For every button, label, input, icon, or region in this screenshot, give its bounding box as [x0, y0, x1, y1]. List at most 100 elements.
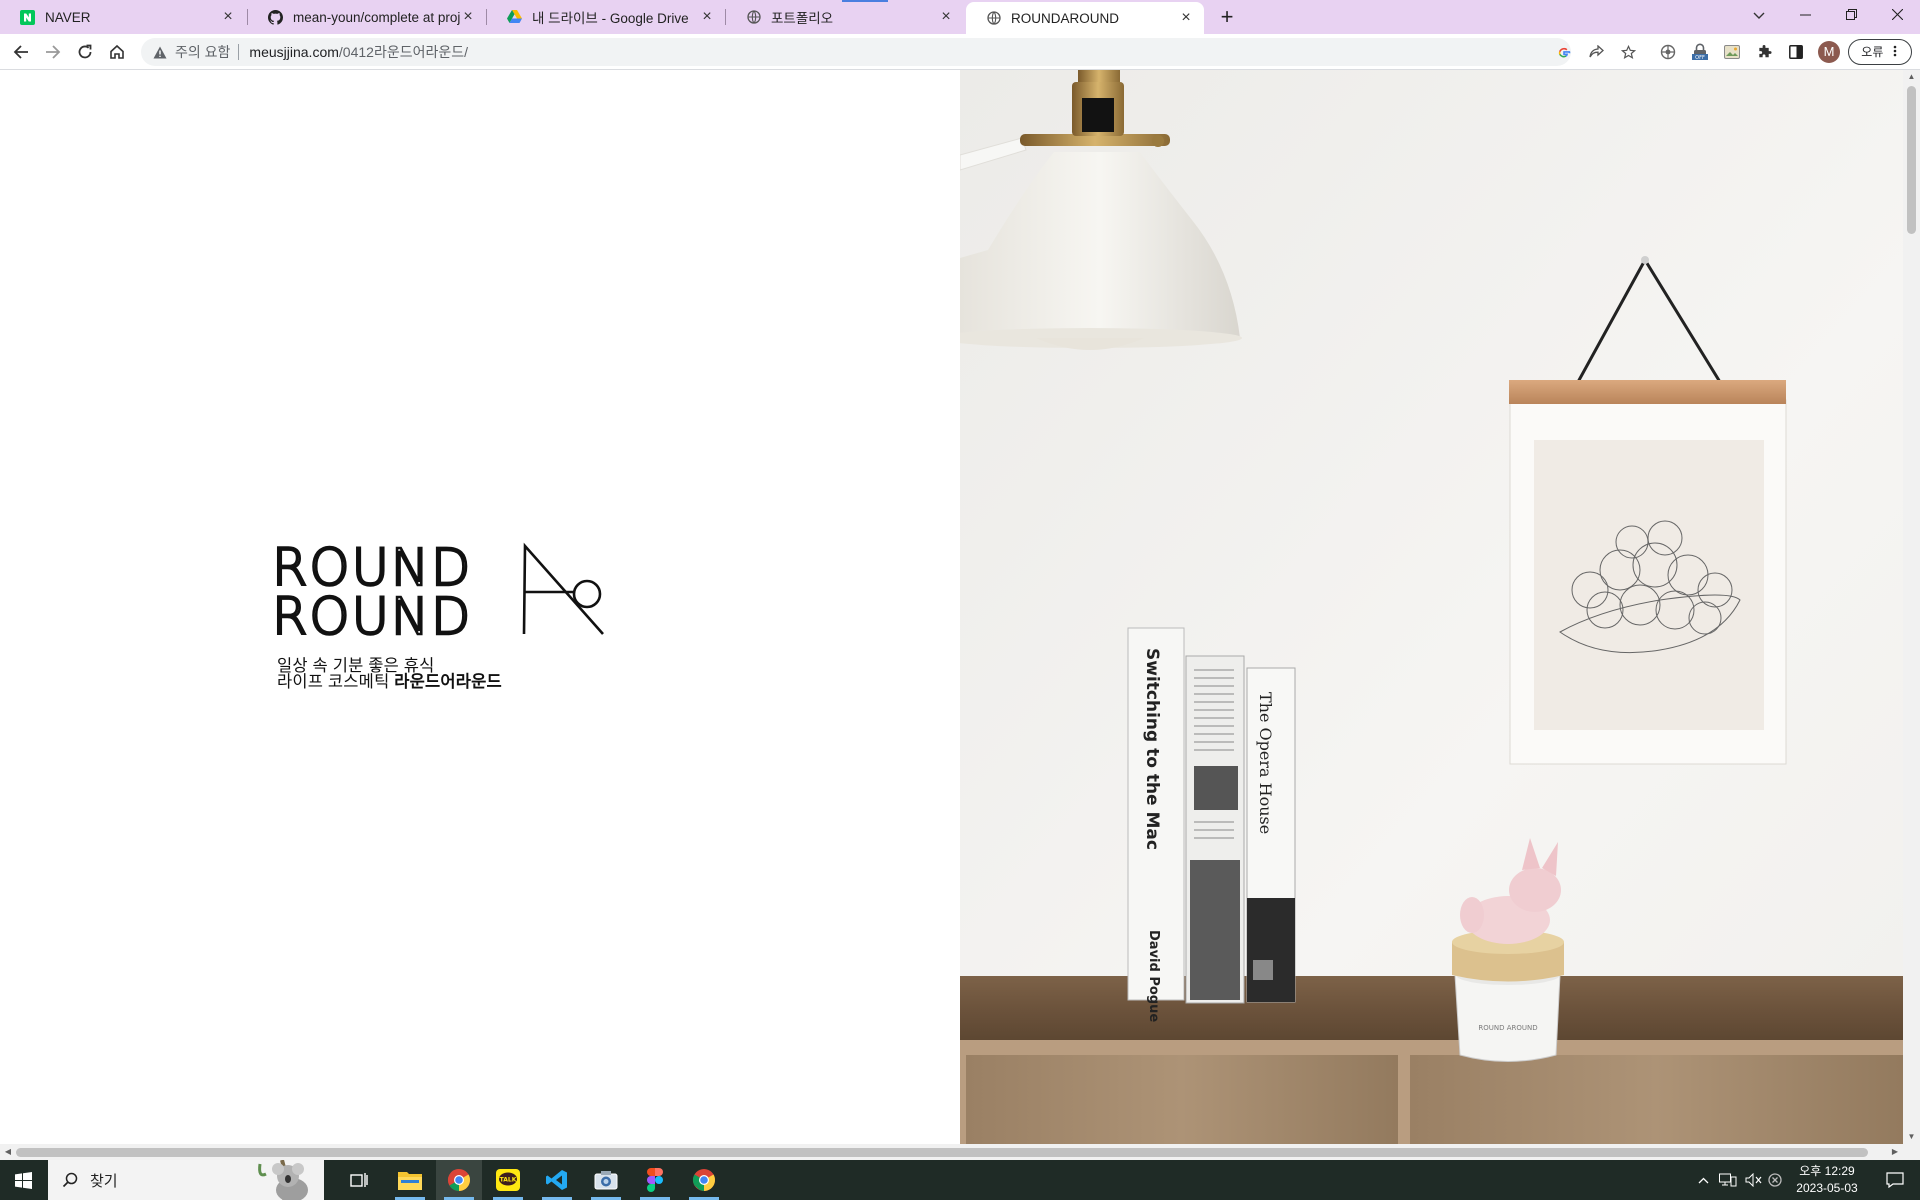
- close-tab-icon[interactable]: ×: [220, 9, 236, 25]
- share-icon[interactable]: [1585, 41, 1607, 63]
- browser-toolbar: 주의 요함 meusjjina.com/0412라운드어라운드/ OFF M 오…: [0, 34, 1920, 70]
- capture-tool-icon: [594, 1171, 618, 1190]
- tab-title: 포트폴리오: [771, 11, 834, 26]
- volume-muted-icon[interactable]: [1742, 1160, 1766, 1200]
- roundaround-logo: ROUND ROUND: [274, 540, 604, 640]
- notification-center-icon[interactable]: [1872, 1160, 1918, 1200]
- reload-icon: [78, 44, 92, 59]
- arrow-left-icon: [13, 45, 28, 59]
- bookmark-star-icon[interactable]: [1617, 41, 1639, 63]
- scroll-up-arrow-icon[interactable]: ▲: [1903, 70, 1920, 84]
- horizontal-scroll-thumb[interactable]: [16, 1148, 1868, 1157]
- taskbar-chrome-2[interactable]: [681, 1160, 727, 1200]
- tagline-brand-name: 라운드어라운드: [394, 673, 502, 691]
- horizontal-scrollbar[interactable]: ◀ ▶: [0, 1144, 1920, 1160]
- minimize-button[interactable]: [1782, 0, 1828, 30]
- close-tab-icon[interactable]: ×: [1178, 10, 1194, 26]
- kakaotalk-icon: TALK: [496, 1169, 520, 1191]
- logo-wordmark-line2: ROUND: [274, 588, 472, 640]
- tray-overflow-chevron-icon[interactable]: [1694, 1160, 1712, 1200]
- vscode-icon: [546, 1170, 567, 1190]
- tab-github[interactable]: mean-youn/complete at project ×: [248, 0, 486, 34]
- hero-photo-illustration: Switching to the Mac David Pogue The Ope…: [960, 70, 1903, 1144]
- clock-date: 2023-05-03: [1796, 1181, 1858, 1195]
- vertical-scrollbar[interactable]: ▲ ▼: [1903, 70, 1920, 1144]
- profile-error-button[interactable]: 오류: [1848, 39, 1912, 65]
- globe-icon: [986, 11, 1001, 26]
- reload-button[interactable]: [73, 40, 97, 64]
- tab-title: NAVER: [45, 9, 91, 25]
- taskbar-figma[interactable]: [632, 1160, 678, 1200]
- taskbar-chrome[interactable]: [436, 1160, 482, 1200]
- url-path: /0412라운드어라운드/: [338, 44, 468, 60]
- hero-photo: Switching to the Mac David Pogue The Ope…: [960, 70, 1903, 1144]
- svg-text:OFF: OFF: [1695, 55, 1705, 61]
- extension-icon[interactable]: [1657, 41, 1679, 63]
- close-icon: [1891, 8, 1903, 21]
- github-icon: [268, 9, 283, 25]
- puzzle-icon[interactable]: [1753, 41, 1775, 63]
- arrow-right-icon: [46, 45, 61, 59]
- taskbar-screen-capture[interactable]: [583, 1160, 629, 1200]
- image-extension-icon[interactable]: [1721, 41, 1743, 63]
- url-host: meusjjina.com: [249, 44, 339, 60]
- windows-logo-icon: [14, 1171, 32, 1189]
- minimize-icon: [1799, 14, 1811, 16]
- chrome-icon: [448, 1169, 470, 1191]
- page-viewport: ROUND ROUND 일상 속 기분 좋은 휴식 라이프 코스메틱 라운드어라…: [0, 70, 1920, 1144]
- search-placeholder: 찾기: [90, 1172, 118, 1190]
- jar-label: ROUND AROUND: [1478, 1024, 1537, 1032]
- tagline-line2-prefix: 라이프 코스메틱: [277, 673, 395, 691]
- tab-naver[interactable]: NAVER ×: [0, 0, 246, 34]
- scroll-left-arrow-icon[interactable]: ◀: [1, 1144, 15, 1160]
- side-panel-icon[interactable]: [1785, 41, 1807, 63]
- drawer-left: [966, 1055, 1398, 1144]
- taskbar-search[interactable]: 찾기: [48, 1160, 324, 1200]
- tab-google-drive[interactable]: 내 드라이브 - Google Drive ×: [487, 0, 725, 34]
- network-icon[interactable]: [1716, 1160, 1740, 1200]
- start-button[interactable]: [0, 1160, 46, 1200]
- status-icon[interactable]: [1764, 1160, 1786, 1200]
- tab-portfolio[interactable]: 포트폴리오 ×: [726, 0, 964, 34]
- close-tab-icon[interactable]: ×: [938, 9, 954, 25]
- security-status-label[interactable]: 주의 요함: [175, 42, 230, 62]
- task-view-button[interactable]: [336, 1160, 382, 1200]
- more-vertical-icon: [1893, 45, 1897, 57]
- taskbar-file-explorer[interactable]: [387, 1160, 433, 1200]
- tagline-line2: 라이프 코스메틱 라운드어라운드: [277, 673, 502, 691]
- taskbar-vscode[interactable]: [534, 1160, 580, 1200]
- book3-spine-title: The Opera House: [1256, 692, 1275, 834]
- home-icon: [110, 44, 124, 59]
- browser-window: NAVER × mean-youn/complete at project × …: [0, 0, 1920, 1200]
- new-tab-button[interactable]: +: [1213, 3, 1241, 31]
- close-tab-icon[interactable]: ×: [699, 9, 715, 25]
- warning-icon[interactable]: [151, 43, 169, 61]
- tab-title: ROUNDAROUND: [1011, 10, 1119, 26]
- restore-button[interactable]: [1828, 0, 1874, 30]
- scroll-down-arrow-icon[interactable]: ▼: [1903, 1130, 1920, 1144]
- windows-taskbar: 찾기 TALK 오후 12:29 2023-05-03: [0, 1160, 1920, 1200]
- taskbar-clock[interactable]: 오후 12:29 2023-05-03: [1786, 1163, 1868, 1197]
- vertical-scroll-thumb[interactable]: [1907, 86, 1916, 234]
- profile-avatar[interactable]: M: [1818, 41, 1840, 63]
- back-button[interactable]: [9, 40, 33, 64]
- tab-search-button[interactable]: [1736, 0, 1782, 30]
- taskbar-kakaotalk[interactable]: TALK: [485, 1160, 531, 1200]
- naver-icon: [20, 9, 35, 25]
- tab-roundaround[interactable]: ROUNDAROUND ×: [966, 2, 1204, 34]
- koala-icon: [258, 1160, 308, 1200]
- dresser-top: [960, 976, 1903, 1046]
- clock-time: 오후 12:29: [1799, 1164, 1855, 1178]
- lock-extension-icon[interactable]: OFF: [1689, 41, 1711, 63]
- forward-button[interactable]: [41, 40, 65, 64]
- close-window-button[interactable]: [1874, 0, 1920, 30]
- close-tab-icon[interactable]: ×: [460, 9, 476, 25]
- profile-error-label: 오류: [1861, 45, 1884, 59]
- address-bar[interactable]: 주의 요함 meusjjina.com/0412라운드어라운드/: [141, 38, 1571, 66]
- google-translate-icon[interactable]: [1553, 42, 1575, 64]
- scroll-right-arrow-icon[interactable]: ▶: [1888, 1144, 1902, 1160]
- globe-icon: [746, 10, 761, 25]
- folder-icon: [398, 1172, 422, 1190]
- home-button[interactable]: [105, 40, 129, 64]
- chrome-icon: [693, 1169, 715, 1191]
